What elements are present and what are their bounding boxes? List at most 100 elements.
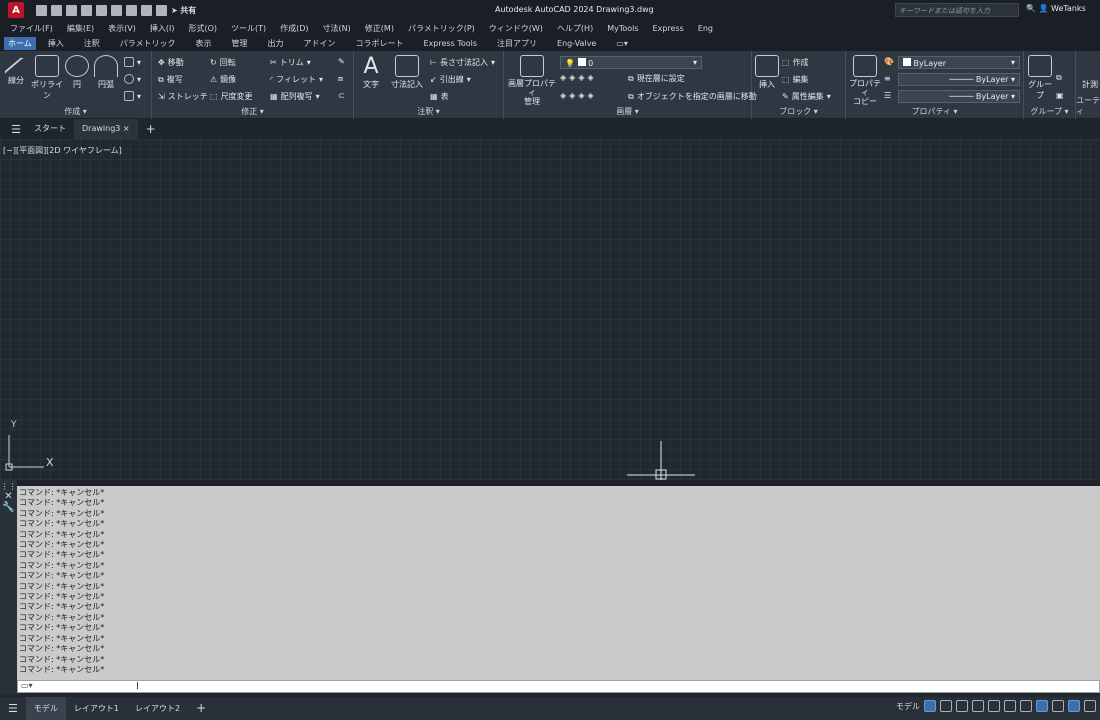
panel-title-layers[interactable]: 画層 ▾ [504,106,751,117]
ellipse-button[interactable]: ▾ [124,74,141,84]
panel-title-modify[interactable]: 修正 ▾ [152,106,353,117]
edit-block-button[interactable]: ⬚ 編集 [782,74,809,85]
color-dropdown[interactable]: ByLayer ▾ [898,56,1020,69]
mirror-button[interactable]: ⚠ 鏡像 [210,74,236,85]
stretch-button[interactable]: ⇲ ストレッチ [158,91,208,102]
layer-unisolate-icon[interactable]: ◈ [569,91,575,100]
group-button[interactable]: グループ [1026,55,1054,101]
rectangle-button[interactable]: ▾ [124,57,141,67]
customize-icon[interactable] [1084,700,1096,712]
hamburger-menu-icon[interactable]: ☰ [0,697,26,720]
model-space-button[interactable]: モデル [896,701,920,712]
create-block-button[interactable]: ⬚ 作成 [782,57,809,68]
search-input[interactable]: キーワードまたは語句を入力 [895,3,1019,17]
menu-item-file[interactable]: ファイル(F) [10,23,53,34]
table-button[interactable]: ▦ 表 [430,91,449,102]
tab-model[interactable]: モデル [25,697,66,720]
linear-dim-button[interactable]: ⊢ 長さ寸法記入 ▾ [430,57,495,68]
layer-on-icon[interactable]: ◈ [560,91,566,100]
tab-parametric[interactable]: パラメトリック [116,37,180,50]
autocad-logo-icon[interactable]: A [8,2,24,18]
undo-icon[interactable] [141,4,152,16]
otrack-icon[interactable] [1020,700,1032,712]
menu-item-draw[interactable]: 作成(D) [280,23,308,34]
save-icon[interactable] [66,4,77,16]
infer-icon[interactable] [956,700,968,712]
tab-view[interactable]: 表示 [192,37,216,50]
array-button[interactable]: ▦ 配列複写 ▾ [270,91,320,102]
search-icon[interactable]: 🔍 [1026,4,1036,13]
explode-button[interactable]: ⧈ [338,74,343,84]
close-icon[interactable]: ✕ [0,491,17,502]
tab-home[interactable]: ホーム [4,37,36,50]
add-layout-button[interactable]: + [188,697,214,720]
tab-layout2[interactable]: レイアウト2 [127,697,188,720]
tab-manage[interactable]: 管理 [228,37,252,50]
tab-addins[interactable]: アドイン [300,37,340,50]
scale-button[interactable]: ⬚ 尺度変更 [210,91,253,102]
dimension-button[interactable]: 寸法記入 [388,55,426,90]
user-account[interactable]: 🔍 👤 WeTanks [1026,4,1086,13]
panel-title-utilities[interactable]: ユーティ [1076,95,1100,117]
tab-annotate[interactable]: 注釈 [80,37,104,50]
tab-collaborate[interactable]: コラボレート [352,37,408,50]
tab-layout1[interactable]: レイアウト1 [66,697,127,720]
insert-block-button[interactable]: 挿入 [754,55,780,90]
share-button[interactable]: ➤ 共有 [171,5,196,16]
menu-item-view[interactable]: 表示(V) [108,23,136,34]
wrench-icon[interactable]: 🔧 [0,502,17,513]
ungroup-icon[interactable]: ⧉ [1056,73,1062,83]
tab-output[interactable]: 出力 [264,37,288,50]
layer-thaw-icon[interactable]: ◈ [578,91,584,100]
trim-button[interactable]: ✂ トリム ▾ [270,57,311,68]
menu-item-edit[interactable]: 編集(E) [67,23,94,34]
menu-item-insert[interactable]: 挿入(I) [150,23,175,34]
move-to-layer-button[interactable]: ⧉ オブジェクトを指定の画層に移動 [628,91,757,102]
add-tab-button[interactable]: + [138,119,164,139]
polar-icon[interactable] [988,700,1000,712]
copy-button[interactable]: ⧉ 複写 [158,74,183,85]
menu-item-help[interactable]: ヘルプ(H) [557,23,593,34]
hamburger-menu-icon[interactable]: ☰ [6,123,26,136]
osnap-icon[interactable] [1004,700,1016,712]
plot-icon[interactable] [126,4,137,16]
redo-icon[interactable] [156,4,167,16]
move-button[interactable]: ✥ 移動 [158,57,184,68]
set-current-button[interactable]: ⧉ 現在層に設定 [628,73,685,84]
drag-handle-icon[interactable]: ⋮⋮ [0,482,17,491]
menu-item-eng[interactable]: Eng [698,24,713,33]
panel-title-annotation[interactable]: 注釈 ▾ [354,106,503,117]
erase-button[interactable]: ✎ [338,57,345,66]
annotation-scale-icon[interactable] [1052,700,1064,712]
save-as-icon[interactable] [81,4,92,16]
menu-item-tools[interactable]: ツール(T) [231,23,266,34]
menu-item-format[interactable]: 形式(O) [188,23,217,34]
tab-eng-valve[interactable]: Eng-Valve [553,38,600,49]
save-web-icon[interactable] [111,4,122,16]
group-select-icon[interactable]: ▣ [1056,91,1064,100]
layer-lock-icon[interactable]: ◈ [587,73,593,82]
rotate-button[interactable]: ↻ 回転 [210,57,236,68]
close-icon[interactable]: × [123,124,130,133]
polyline-button[interactable]: ポリライン [30,55,64,101]
menu-item-modify[interactable]: 修正(M) [365,23,394,34]
layer-off-icon[interactable]: ◈ [560,73,566,82]
ribbon-options-icon[interactable]: ▭▾ [612,38,632,49]
panel-title-block[interactable]: ブロック ▾ [752,106,845,117]
layer-freeze-icon[interactable]: ◈ [578,73,584,82]
text-button[interactable]: A 文字 [358,55,384,90]
line-button[interactable]: 線分 [3,55,29,86]
open-web-icon[interactable] [96,4,107,16]
hatch-button[interactable]: ▾ [124,91,141,101]
annotation-visibility-icon[interactable] [1036,700,1048,712]
arc-button[interactable]: 円弧 [92,55,120,90]
tab-insert[interactable]: 挿入 [44,37,68,50]
menu-item-mytools[interactable]: MyTools [607,24,638,33]
tab-start[interactable]: スタート [26,119,74,139]
tab-express-tools[interactable]: Express Tools [420,38,482,49]
drawing-canvas[interactable]: [−][平面図][2D ワイヤフレーム] Y X [0,139,1100,480]
layer-isolate-icon[interactable]: ◈ [569,73,575,82]
command-prompt-icon[interactable]: ▭▾ [18,681,33,690]
workspace-icon[interactable] [1068,700,1080,712]
new-file-icon[interactable] [36,4,47,16]
